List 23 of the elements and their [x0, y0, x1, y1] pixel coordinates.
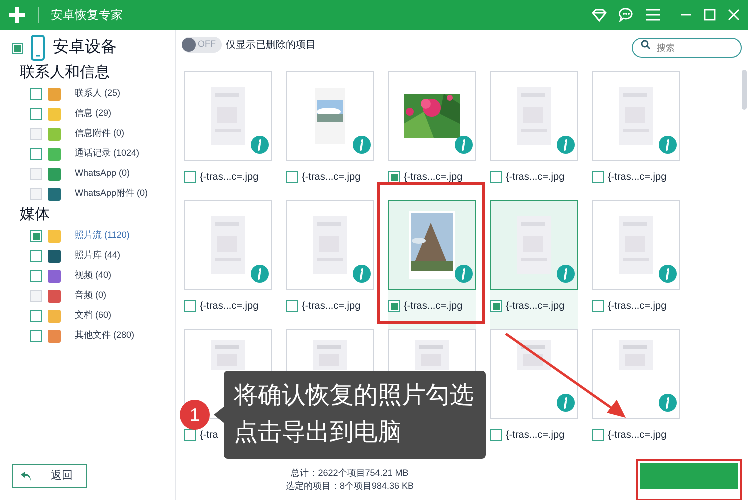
- file-name: {-tras...c=.jpg: [404, 300, 463, 314]
- file-name: {-tras...c=.jpg: [608, 170, 667, 184]
- tooltip-text: 将确认恢复的照片勾选: [234, 381, 475, 411]
- device-name: 安卓设备: [53, 38, 117, 58]
- file-name: {-tras...c=.jpg: [200, 300, 259, 314]
- file-name: {-tras...c=.jpg: [506, 300, 565, 314]
- filter-label: 仅显示已删除的项目: [226, 38, 316, 52]
- file-name: {-tras...c=.jpg: [302, 300, 361, 314]
- selected-summary: 选定的项目：8个项目984.36 KB: [286, 480, 414, 493]
- window-title: 安卓恢复专家: [51, 7, 123, 24]
- file-name: {-tras...c=.jpg: [608, 300, 667, 314]
- section-heading: 联系人和信息: [19, 63, 111, 83]
- total-summary: 总计：2622个项目754.21 MB: [291, 467, 409, 480]
- file-name: {-tras...c=.jpg: [608, 428, 667, 442]
- file-name: {-tras...c=.jpg: [506, 428, 565, 442]
- file-name: {-tras...c=.jpg: [404, 170, 463, 184]
- section-heading: 媒体: [19, 205, 51, 225]
- file-name: {-tras...c=.jpg: [506, 170, 565, 184]
- tooltip-text: 点击导出到电脑: [234, 418, 403, 448]
- file-name: {-tras...c=.jpg: [200, 170, 259, 184]
- file-name: {-tra: [200, 428, 218, 442]
- file-name: {-tras...c=.jpg: [302, 170, 361, 184]
- step-number: 1: [180, 400, 210, 430]
